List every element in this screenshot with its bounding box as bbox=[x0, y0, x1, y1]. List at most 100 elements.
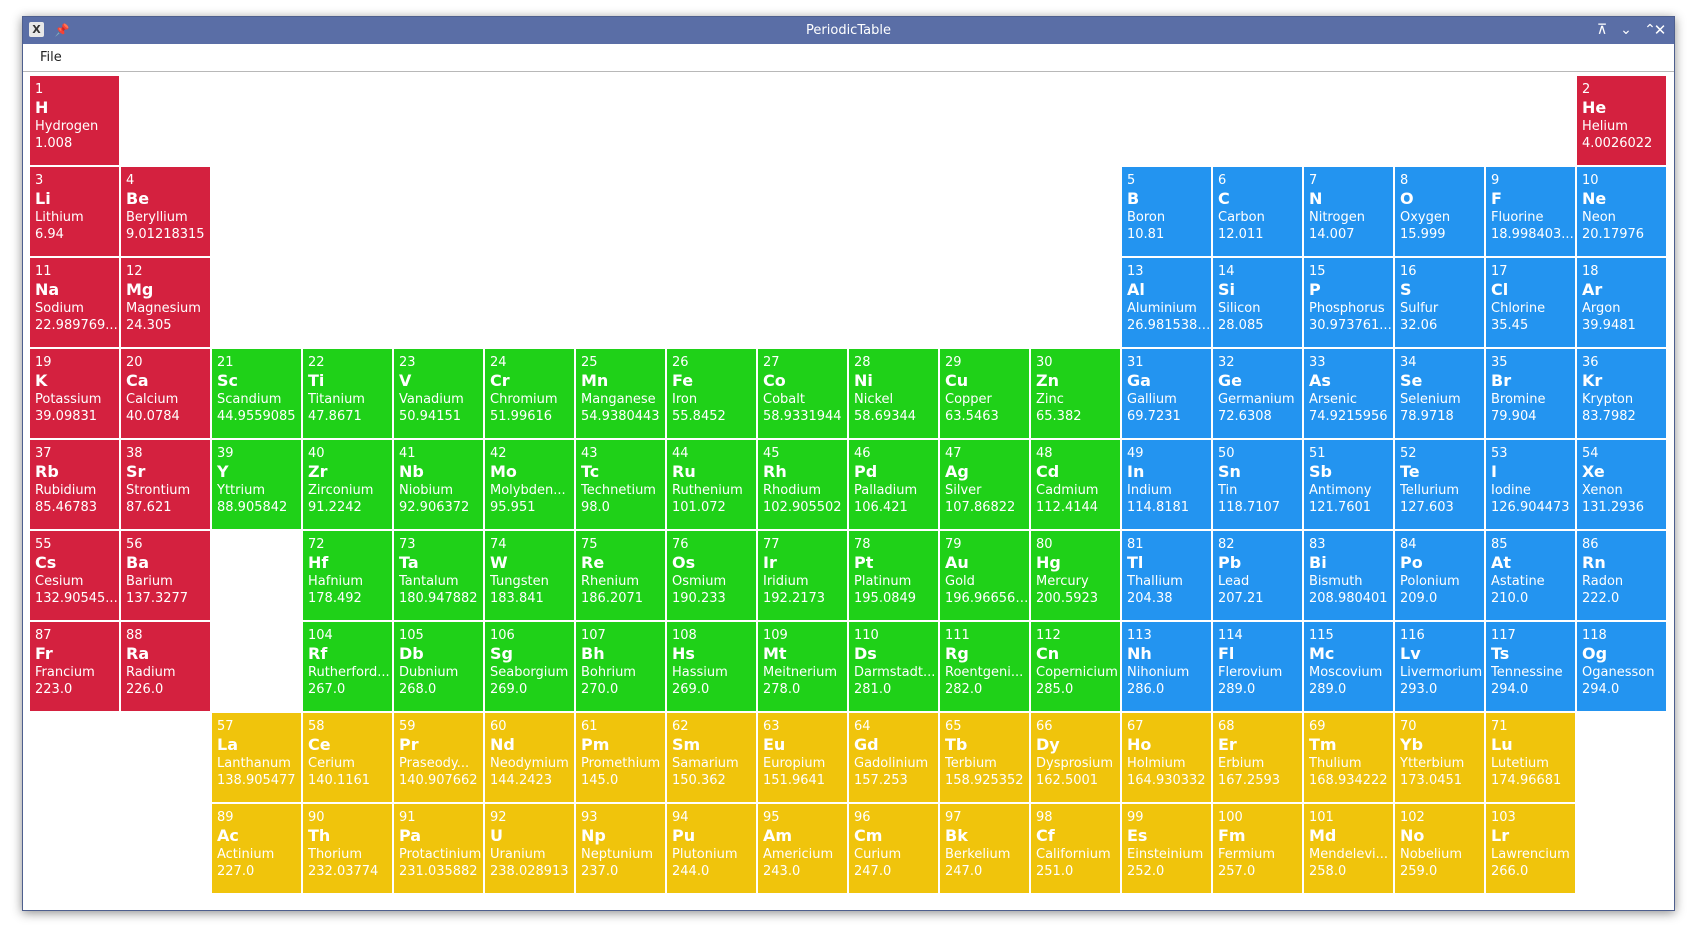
element-cell-mc[interactable]: 115 Mc Moscovium 289.0 bbox=[1304, 622, 1393, 711]
element-cell-ti[interactable]: 22 Ti Titanium 47.8671 bbox=[303, 349, 392, 438]
shade-icon[interactable]: ⊼ bbox=[1592, 20, 1612, 40]
element-cell-og[interactable]: 118 Og Oganesson 294.0 bbox=[1577, 622, 1666, 711]
element-cell-ar[interactable]: 18 Ar Argon 39.9481 bbox=[1577, 258, 1666, 347]
element-cell-he[interactable]: 2 He Helium 4.0026022 bbox=[1577, 76, 1666, 165]
element-cell-lu[interactable]: 71 Lu Lutetium 174.96681 bbox=[1486, 713, 1575, 802]
element-cell-si[interactable]: 14 Si Silicon 28.085 bbox=[1213, 258, 1302, 347]
element-cell-re[interactable]: 75 Re Rhenium 186.2071 bbox=[576, 531, 665, 620]
element-cell-er[interactable]: 68 Er Erbium 167.2593 bbox=[1213, 713, 1302, 802]
element-cell-db[interactable]: 105 Db Dubnium 268.0 bbox=[394, 622, 483, 711]
element-cell-es[interactable]: 99 Es Einsteinium 252.0 bbox=[1122, 804, 1211, 893]
element-cell-at[interactable]: 85 At Astatine 210.0 bbox=[1486, 531, 1575, 620]
element-cell-ba[interactable]: 56 Ba Barium 137.3277 bbox=[121, 531, 210, 620]
element-cell-yb[interactable]: 70 Yb Ytterbium 173.0451 bbox=[1395, 713, 1484, 802]
element-cell-pu[interactable]: 94 Pu Plutonium 244.0 bbox=[667, 804, 756, 893]
element-cell-ca[interactable]: 20 Ca Calcium 40.0784 bbox=[121, 349, 210, 438]
element-cell-k[interactable]: 19 K Potassium 39.09831 bbox=[30, 349, 119, 438]
element-cell-w[interactable]: 74 W Tungsten 183.841 bbox=[485, 531, 574, 620]
element-cell-lv[interactable]: 116 Lv Livermorium 293.0 bbox=[1395, 622, 1484, 711]
menu-file[interactable]: File bbox=[40, 44, 62, 71]
element-cell-ce[interactable]: 58 Ce Cerium 140.1161 bbox=[303, 713, 392, 802]
element-cell-np[interactable]: 93 Np Neptunium 237.0 bbox=[576, 804, 665, 893]
element-cell-te[interactable]: 52 Te Tellurium 127.603 bbox=[1395, 440, 1484, 529]
element-cell-rn[interactable]: 86 Rn Radon 222.0 bbox=[1577, 531, 1666, 620]
element-cell-eu[interactable]: 63 Eu Europium 151.9641 bbox=[758, 713, 847, 802]
element-cell-s[interactable]: 16 S Sulfur 32.06 bbox=[1395, 258, 1484, 347]
element-cell-ts[interactable]: 117 Ts Tennessine 294.0 bbox=[1486, 622, 1575, 711]
element-cell-bh[interactable]: 107 Bh Bohrium 270.0 bbox=[576, 622, 665, 711]
element-cell-lr[interactable]: 103 Lr Lawrencium 266.0 bbox=[1486, 804, 1575, 893]
element-cell-sb[interactable]: 51 Sb Antimony 121.7601 bbox=[1304, 440, 1393, 529]
element-cell-hg[interactable]: 80 Hg Mercury 200.5923 bbox=[1031, 531, 1120, 620]
element-cell-pt[interactable]: 78 Pt Platinum 195.0849 bbox=[849, 531, 938, 620]
element-cell-ds[interactable]: 110 Ds Darmstadt... 281.0 bbox=[849, 622, 938, 711]
element-cell-f[interactable]: 9 F Fluorine 18.998403... bbox=[1486, 167, 1575, 256]
element-cell-ne[interactable]: 10 Ne Neon 20.17976 bbox=[1577, 167, 1666, 256]
element-cell-md[interactable]: 101 Md Mendelevi... 258.0 bbox=[1304, 804, 1393, 893]
element-cell-sg[interactable]: 106 Sg Seaborgium 269.0 bbox=[485, 622, 574, 711]
element-cell-hs[interactable]: 108 Hs Hassium 269.0 bbox=[667, 622, 756, 711]
element-cell-v[interactable]: 23 V Vanadium 50.94151 bbox=[394, 349, 483, 438]
element-cell-li[interactable]: 3 Li Lithium 6.94 bbox=[30, 167, 119, 256]
element-cell-tc[interactable]: 43 Tc Technetium 98.0 bbox=[576, 440, 665, 529]
element-cell-rf[interactable]: 104 Rf Rutherford... 267.0 bbox=[303, 622, 392, 711]
element-cell-kr[interactable]: 36 Kr Krypton 83.7982 bbox=[1577, 349, 1666, 438]
minimize-icon[interactable]: ⌄ bbox=[1616, 20, 1636, 40]
element-cell-na[interactable]: 11 Na Sodium 22.989769... bbox=[30, 258, 119, 347]
element-cell-ac[interactable]: 89 Ac Actinium 227.0 bbox=[212, 804, 301, 893]
element-cell-mo[interactable]: 42 Mo Molybden... 95.951 bbox=[485, 440, 574, 529]
element-cell-se[interactable]: 34 Se Selenium 78.9718 bbox=[1395, 349, 1484, 438]
element-cell-y[interactable]: 39 Y Yttrium 88.905842 bbox=[212, 440, 301, 529]
element-cell-fr[interactable]: 87 Fr Francium 223.0 bbox=[30, 622, 119, 711]
element-cell-pb[interactable]: 82 Pb Lead 207.21 bbox=[1213, 531, 1302, 620]
element-cell-u[interactable]: 92 U Uranium 238.028913 bbox=[485, 804, 574, 893]
element-cell-sn[interactable]: 50 Sn Tin 118.7107 bbox=[1213, 440, 1302, 529]
element-cell-tl[interactable]: 81 Tl Thallium 204.38 bbox=[1122, 531, 1211, 620]
element-cell-ag[interactable]: 47 Ag Silver 107.86822 bbox=[940, 440, 1029, 529]
element-cell-nh[interactable]: 113 Nh Nihonium 286.0 bbox=[1122, 622, 1211, 711]
element-cell-br[interactable]: 35 Br Bromine 79.904 bbox=[1486, 349, 1575, 438]
element-cell-ru[interactable]: 44 Ru Ruthenium 101.072 bbox=[667, 440, 756, 529]
element-cell-tb[interactable]: 65 Tb Terbium 158.925352 bbox=[940, 713, 1029, 802]
element-cell-po[interactable]: 84 Po Polonium 209.0 bbox=[1395, 531, 1484, 620]
element-cell-fl[interactable]: 114 Fl Flerovium 289.0 bbox=[1213, 622, 1302, 711]
element-cell-gd[interactable]: 64 Gd Gadolinium 157.253 bbox=[849, 713, 938, 802]
element-cell-cl[interactable]: 17 Cl Chlorine 35.45 bbox=[1486, 258, 1575, 347]
close-icon[interactable]: ✕ bbox=[1650, 20, 1670, 40]
element-cell-ra[interactable]: 88 Ra Radium 226.0 bbox=[121, 622, 210, 711]
element-cell-mn[interactable]: 25 Mn Manganese 54.9380443 bbox=[576, 349, 665, 438]
element-cell-be[interactable]: 4 Be Beryllium 9.01218315 bbox=[121, 167, 210, 256]
element-cell-fm[interactable]: 100 Fm Fermium 257.0 bbox=[1213, 804, 1302, 893]
element-cell-fe[interactable]: 26 Fe Iron 55.8452 bbox=[667, 349, 756, 438]
element-cell-i[interactable]: 53 I Iodine 126.904473 bbox=[1486, 440, 1575, 529]
element-cell-n[interactable]: 7 N Nitrogen 14.007 bbox=[1304, 167, 1393, 256]
element-cell-zn[interactable]: 30 Zn Zinc 65.382 bbox=[1031, 349, 1120, 438]
element-cell-sr[interactable]: 38 Sr Strontium 87.621 bbox=[121, 440, 210, 529]
element-cell-bi[interactable]: 83 Bi Bismuth 208.980401 bbox=[1304, 531, 1393, 620]
element-cell-c[interactable]: 6 C Carbon 12.011 bbox=[1213, 167, 1302, 256]
element-cell-cu[interactable]: 29 Cu Copper 63.5463 bbox=[940, 349, 1029, 438]
element-cell-sc[interactable]: 21 Sc Scandium 44.9559085 bbox=[212, 349, 301, 438]
element-cell-au[interactable]: 79 Au Gold 196.9665695 bbox=[940, 531, 1029, 620]
element-cell-cf[interactable]: 98 Cf Californium 251.0 bbox=[1031, 804, 1120, 893]
element-cell-ho[interactable]: 67 Ho Holmium 164.930332 bbox=[1122, 713, 1211, 802]
element-cell-co[interactable]: 27 Co Cobalt 58.9331944 bbox=[758, 349, 847, 438]
element-cell-as[interactable]: 33 As Arsenic 74.9215956 bbox=[1304, 349, 1393, 438]
element-cell-os[interactable]: 76 Os Osmium 190.233 bbox=[667, 531, 756, 620]
element-cell-no[interactable]: 102 No Nobelium 259.0 bbox=[1395, 804, 1484, 893]
element-cell-cn[interactable]: 112 Cn Copernicium 285.0 bbox=[1031, 622, 1120, 711]
element-cell-zr[interactable]: 40 Zr Zirconium 91.2242 bbox=[303, 440, 392, 529]
element-cell-nd[interactable]: 60 Nd Neodymium 144.2423 bbox=[485, 713, 574, 802]
element-cell-cd[interactable]: 48 Cd Cadmium 112.4144 bbox=[1031, 440, 1120, 529]
title-bar[interactable]: X 📌 PeriodicTable ⊼ ⌄ ⌃ bbox=[23, 17, 1674, 44]
element-cell-ir[interactable]: 77 Ir Iridium 192.2173 bbox=[758, 531, 847, 620]
element-cell-th[interactable]: 90 Th Thorium 232.03774 bbox=[303, 804, 392, 893]
element-cell-rb[interactable]: 37 Rb Rubidium 85.46783 bbox=[30, 440, 119, 529]
element-cell-rh[interactable]: 45 Rh Rhodium 102.905502 bbox=[758, 440, 847, 529]
element-cell-xe[interactable]: 54 Xe Xenon 131.2936 bbox=[1577, 440, 1666, 529]
element-cell-pa[interactable]: 91 Pa Protactinium 231.035882 bbox=[394, 804, 483, 893]
element-cell-b[interactable]: 5 B Boron 10.81 bbox=[1122, 167, 1211, 256]
element-cell-ta[interactable]: 73 Ta Tantalum 180.947882 bbox=[394, 531, 483, 620]
element-cell-cr[interactable]: 24 Cr Chromium 51.99616 bbox=[485, 349, 574, 438]
element-cell-nb[interactable]: 41 Nb Niobium 92.906372 bbox=[394, 440, 483, 529]
